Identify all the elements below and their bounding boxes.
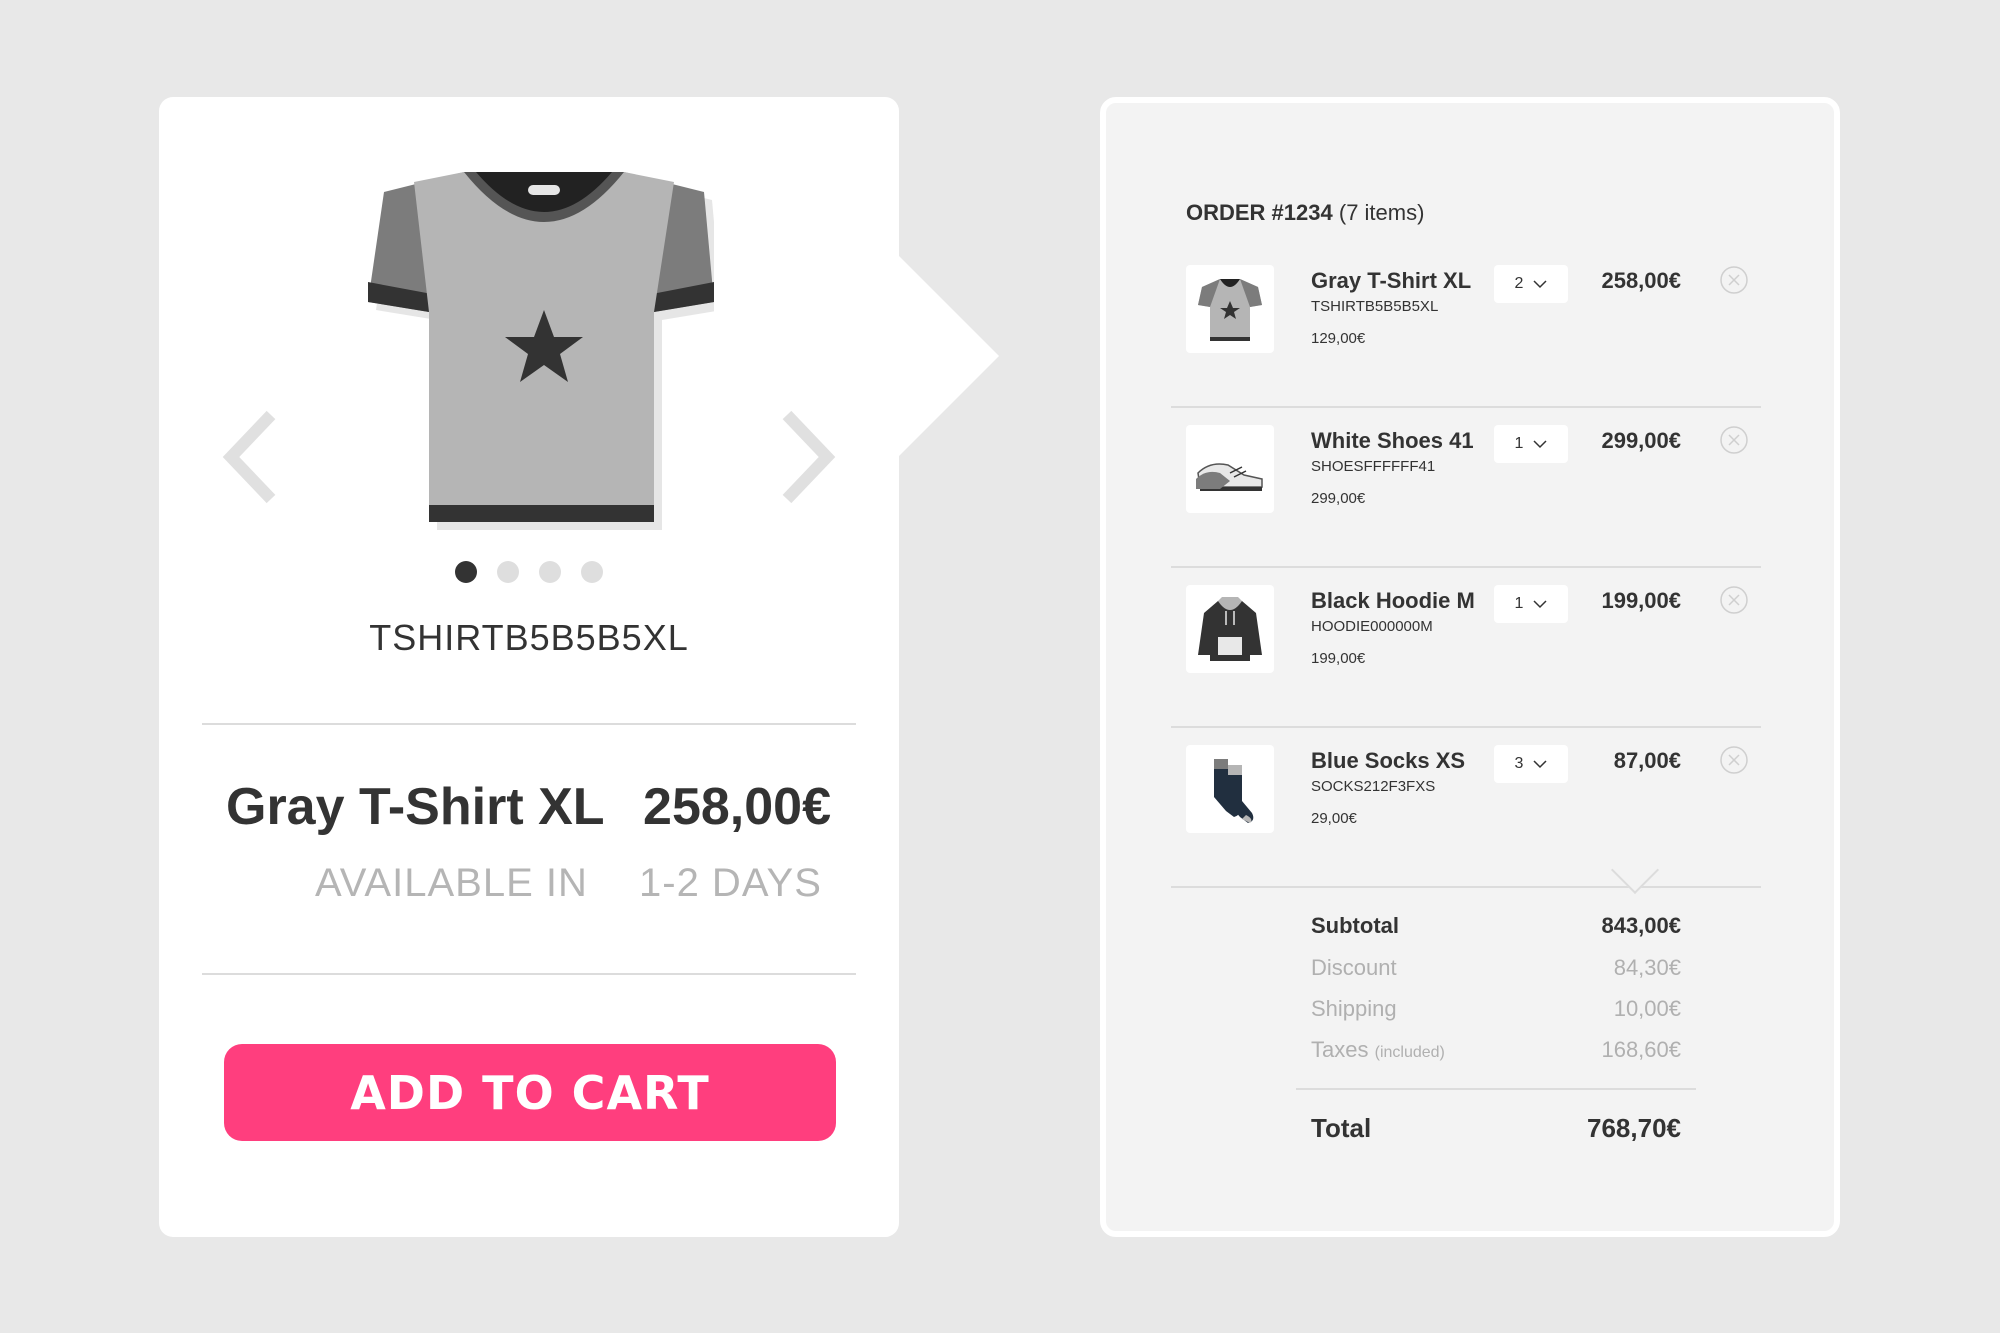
carousel-dot[interactable] bbox=[455, 561, 477, 583]
carousel-dots bbox=[159, 561, 899, 583]
item-unit-price: 29,00€ bbox=[1311, 810, 1357, 827]
chevron-down-icon bbox=[1533, 440, 1547, 449]
order-item-count: (7 items) bbox=[1338, 200, 1425, 225]
item-thumbnail bbox=[1186, 585, 1274, 673]
item-sku: SHOESFFFFFF41 bbox=[1311, 458, 1436, 475]
chevron-right-icon bbox=[782, 410, 836, 504]
chevron-left-icon bbox=[222, 410, 276, 504]
divider bbox=[1296, 1088, 1696, 1090]
remove-item-button[interactable] bbox=[1719, 425, 1749, 455]
divider bbox=[202, 973, 856, 975]
total-row: Total 768,70€ bbox=[1311, 1113, 1681, 1144]
add-to-cart-button[interactable]: ADD TO CART bbox=[224, 1044, 836, 1141]
quantity-value: 1 bbox=[1514, 435, 1524, 452]
prev-image-button[interactable] bbox=[221, 407, 281, 507]
item-sku: SOCKS212F3FXS bbox=[1311, 778, 1436, 795]
item-name: Black Hoodie M bbox=[1311, 588, 1475, 613]
item-total: 258,00€ bbox=[1601, 268, 1681, 293]
remove-item-button[interactable] bbox=[1719, 265, 1749, 295]
subtotal-value: 843,00€ bbox=[1601, 913, 1681, 938]
taxes-label-group: Taxes (included) bbox=[1311, 1037, 1445, 1063]
shipping-label: Shipping bbox=[1311, 996, 1397, 1021]
order-item: Blue Socks XS SOCKS212F3FXS 29,00€ 3 87,… bbox=[1171, 728, 1761, 888]
discount-value: 84,30€ bbox=[1613, 955, 1681, 980]
order-number: ORDER #1234 bbox=[1186, 200, 1333, 225]
quantity-value: 1 bbox=[1514, 595, 1524, 612]
item-unit-price: 299,00€ bbox=[1311, 490, 1366, 507]
item-thumbnail bbox=[1186, 745, 1274, 833]
item-thumbnail bbox=[1186, 265, 1274, 353]
carousel-dot[interactable] bbox=[497, 561, 519, 583]
discount-row: Discount 84,30€ bbox=[1311, 955, 1681, 981]
item-unit-price: 129,00€ bbox=[1311, 330, 1366, 347]
shipping-row: Shipping 10,00€ bbox=[1311, 996, 1681, 1022]
item-name: White Shoes 41 bbox=[1311, 428, 1474, 453]
remove-item-button[interactable] bbox=[1719, 585, 1749, 615]
tshirt-icon bbox=[1198, 279, 1262, 341]
item-sku: TSHIRTB5B5B5XL bbox=[1311, 298, 1439, 315]
taxes-value: 168,60€ bbox=[1601, 1037, 1681, 1062]
card-pointer bbox=[899, 256, 999, 456]
quantity-value: 2 bbox=[1514, 275, 1524, 292]
shoes-icon bbox=[1196, 463, 1263, 491]
order-panel: ORDER #1234 (7 items) Gray T-Shirt XL TS… bbox=[1100, 97, 1840, 1237]
quantity-select[interactable]: 2 bbox=[1494, 265, 1568, 303]
order-title: ORDER #1234 (7 items) bbox=[1186, 200, 1424, 226]
chevron-down-icon bbox=[1533, 280, 1547, 289]
chevron-down-icon bbox=[1533, 600, 1547, 609]
close-icon bbox=[1720, 426, 1748, 454]
product-name: Gray T-Shirt XL bbox=[226, 778, 605, 836]
product-card: TSHIRTB5B5B5XL Gray T-Shirt XL 258,00€ A… bbox=[159, 97, 899, 1237]
subtotal-row: Subtotal 843,00€ bbox=[1311, 913, 1681, 939]
quantity-select[interactable]: 1 bbox=[1494, 585, 1568, 623]
taxes-row: Taxes (included) 168,60€ bbox=[1311, 1037, 1681, 1063]
total-value: 768,70€ bbox=[1587, 1113, 1681, 1143]
close-icon bbox=[1720, 746, 1748, 774]
quantity-value: 3 bbox=[1514, 755, 1524, 772]
item-thumbnail bbox=[1186, 425, 1274, 513]
hoodie-icon bbox=[1198, 597, 1262, 661]
remove-item-button[interactable] bbox=[1719, 745, 1749, 775]
tshirt-image bbox=[368, 172, 714, 530]
socks-icon bbox=[1214, 759, 1254, 823]
subtotal-label: Subtotal bbox=[1311, 913, 1399, 938]
item-unit-price: 199,00€ bbox=[1311, 650, 1366, 667]
item-total: 199,00€ bbox=[1601, 588, 1681, 613]
availability-label: AVAILABLE IN bbox=[315, 861, 588, 905]
order-item: White Shoes 41 SHOESFFFFFF41 299,00€ 1 2… bbox=[1171, 408, 1761, 568]
item-total: 87,00€ bbox=[1613, 748, 1681, 773]
carousel-dot[interactable] bbox=[539, 561, 561, 583]
next-image-button[interactable] bbox=[777, 407, 837, 507]
order-item: Black Hoodie M HOODIE000000M 199,00€ 1 1… bbox=[1171, 568, 1761, 728]
discount-label: Discount bbox=[1311, 955, 1397, 980]
product-sku: TSHIRTB5B5B5XL bbox=[369, 617, 689, 658]
total-label: Total bbox=[1311, 1113, 1372, 1143]
quantity-select[interactable]: 1 bbox=[1494, 425, 1568, 463]
close-icon bbox=[1720, 586, 1748, 614]
shipping-value: 10,00€ bbox=[1613, 996, 1681, 1021]
item-name: Blue Socks XS bbox=[1311, 748, 1466, 773]
carousel-dot[interactable] bbox=[581, 561, 603, 583]
product-price: 258,00€ bbox=[643, 778, 831, 836]
divider bbox=[202, 723, 856, 725]
item-name: Gray T-Shirt XL bbox=[1311, 268, 1472, 293]
chevron-down-icon bbox=[1533, 760, 1547, 769]
close-icon bbox=[1720, 266, 1748, 294]
item-total: 299,00€ bbox=[1601, 428, 1681, 453]
item-sku: HOODIE000000M bbox=[1311, 618, 1433, 635]
taxes-note: (included) bbox=[1374, 1044, 1445, 1061]
availability-value: 1-2 DAYS bbox=[639, 861, 822, 905]
taxes-label: Taxes bbox=[1311, 1037, 1369, 1062]
quantity-select[interactable]: 3 bbox=[1494, 745, 1568, 783]
order-item: Gray T-Shirt XL TSHIRTB5B5B5XL 129,00€ 2… bbox=[1171, 248, 1761, 408]
